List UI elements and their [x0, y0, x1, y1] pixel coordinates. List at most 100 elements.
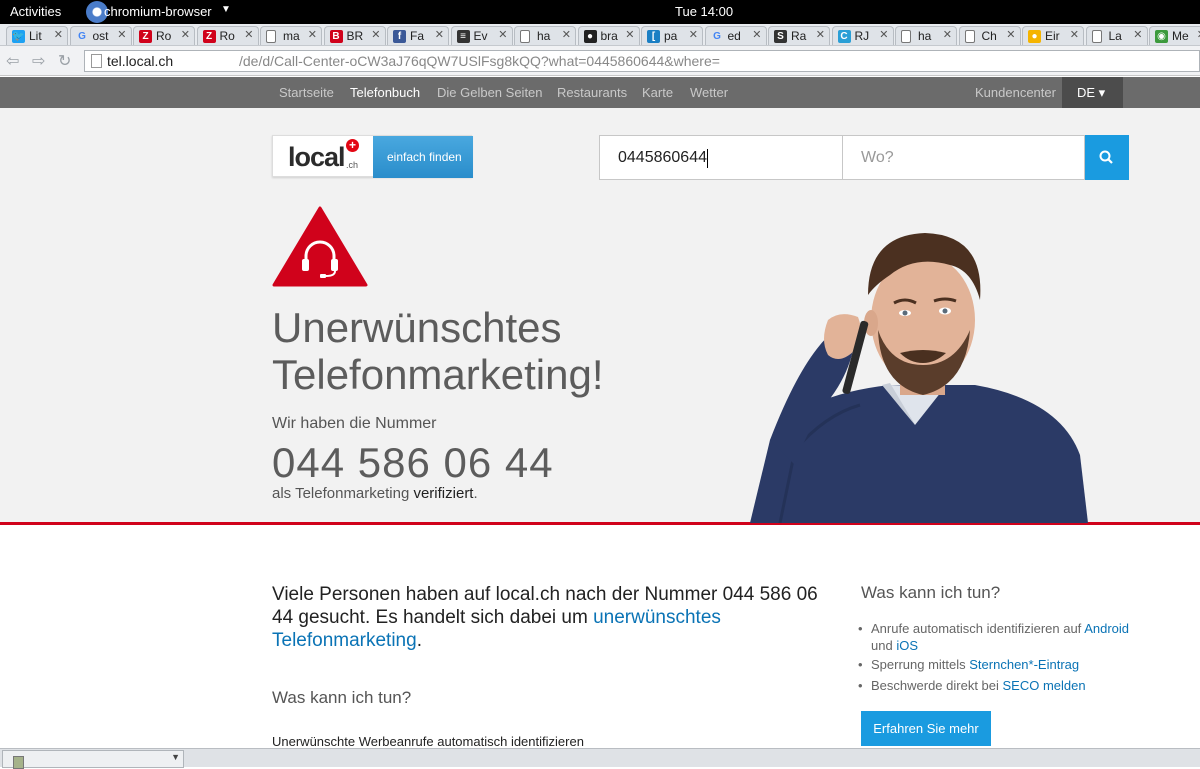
- url-bar[interactable]: tel.local.ch /de/d/Call-Center-oCW3aJ76q…: [84, 50, 1200, 72]
- tab-close-icon[interactable]: ✕: [1133, 28, 1142, 41]
- system-top-bar: Activities chromium-browser ▼ Tue 14:00: [0, 0, 1200, 24]
- ios-link[interactable]: iOS: [896, 638, 918, 653]
- nav-telefonbuch[interactable]: Telefonbuch: [350, 85, 420, 100]
- system-clock[interactable]: Tue 14:00: [675, 4, 733, 19]
- browser-tab[interactable]: S Ra ✕: [768, 26, 830, 45]
- search-what-value: 0445860644: [618, 149, 707, 166]
- tab-title: La: [1108, 29, 1122, 43]
- browser-tab[interactable]: ha ✕: [895, 26, 957, 45]
- hero-verified-text: als Telefonmarketing verifiziert.: [272, 485, 478, 502]
- tab-close-icon[interactable]: ✕: [308, 28, 317, 41]
- circle-icon: ●: [1028, 30, 1041, 43]
- nav-restaurants[interactable]: Restaurants: [557, 85, 627, 100]
- tab-title: Me: [1172, 29, 1189, 43]
- nav-wetter[interactable]: Wetter: [690, 85, 728, 100]
- browser-tab[interactable]: ma ✕: [260, 26, 322, 45]
- twitter-icon: 🐦: [12, 30, 25, 43]
- item1-und: und: [871, 638, 897, 653]
- tab-title: Eir: [1045, 29, 1060, 43]
- tab-close-icon[interactable]: ✕: [1070, 28, 1079, 41]
- tab-close-icon[interactable]: ✕: [689, 28, 698, 41]
- search-where-input[interactable]: Wo?: [843, 135, 1085, 180]
- download-item[interactable]: ▼: [2, 750, 184, 769]
- activities-button[interactable]: Activities: [10, 4, 61, 19]
- nav-gelbe-seiten[interactable]: Die Gelben Seiten: [437, 85, 543, 100]
- page-icon: [901, 30, 911, 43]
- nav-karte[interactable]: Karte: [642, 85, 673, 100]
- browser-tab[interactable]: B BR ✕: [323, 26, 386, 45]
- browser-tab[interactable]: ◉Me✕: [1149, 26, 1200, 45]
- c-icon: C: [837, 30, 851, 43]
- android-link[interactable]: Android: [1084, 621, 1129, 636]
- browser-tab[interactable]: Ged ✕: [704, 26, 767, 45]
- tab-close-icon[interactable]: ✕: [752, 28, 761, 41]
- tab-close-icon[interactable]: ✕: [435, 28, 444, 41]
- logo-wordmark: local: [288, 142, 346, 172]
- app-menu-caret-icon[interactable]: ▼: [221, 4, 231, 15]
- nav-startseite[interactable]: Startseite: [279, 85, 334, 100]
- forward-arrow-icon[interactable]: ⇨: [32, 51, 45, 71]
- browser-tab[interactable]: La ✕: [1085, 26, 1148, 45]
- verified-word: verifiziert: [413, 485, 474, 502]
- download-menu-caret-icon[interactable]: ▼: [171, 752, 180, 762]
- local-logo[interactable]: local + .ch einfach finden: [272, 135, 473, 178]
- language-selector[interactable]: DE ▾: [1062, 77, 1123, 108]
- page-icon: [1091, 30, 1102, 43]
- browser-tab[interactable]: Z Ro ✕: [196, 26, 259, 45]
- browser-tab[interactable]: ≡ Ev ✕: [450, 26, 513, 45]
- search-what-input[interactable]: 0445860644: [599, 135, 843, 180]
- hero-title-line1: Unerwünschtes: [272, 304, 562, 351]
- browser-tab[interactable]: ● bra ✕: [577, 26, 640, 45]
- browser-tab[interactable]: Z Ro ✕: [133, 26, 195, 45]
- verified-prefix: als Telefonmarketing: [272, 485, 414, 502]
- browser-tab[interactable]: ● Eir ✕: [1022, 26, 1084, 45]
- hero-phone-number: 044 586 06 44: [272, 439, 554, 486]
- tab-close-icon[interactable]: ✕: [879, 28, 888, 41]
- tab-title: ma: [283, 29, 300, 43]
- page-icon: [520, 30, 530, 43]
- sidebar-list: Anrufe automatisch identifizieren auf An…: [858, 620, 1171, 698]
- tab-close-icon[interactable]: ✕: [117, 28, 126, 41]
- back-arrow-icon[interactable]: ⇦: [6, 51, 19, 71]
- tab-close-icon[interactable]: ✕: [1006, 28, 1015, 41]
- browser-tab[interactable]: C RJ ✕: [831, 26, 894, 45]
- browser-tab[interactable]: [pa ✕: [641, 26, 703, 45]
- tab-title: RJ: [854, 29, 870, 43]
- tab-close-icon[interactable]: ✕: [371, 28, 380, 41]
- reload-icon[interactable]: ↻: [58, 51, 71, 71]
- tab-close-icon[interactable]: ✕: [54, 28, 63, 41]
- learn-more-button[interactable]: Erfahren Sie mehr: [861, 711, 991, 746]
- browser-tab[interactable]: Ch ✕: [958, 26, 1021, 45]
- section-heading: Was kann ich tun?: [272, 688, 412, 707]
- tab-close-icon[interactable]: ✕: [498, 28, 507, 41]
- list-item: Anrufe automatisch identifizieren auf An…: [858, 620, 1171, 656]
- tab-close-icon[interactable]: ✕: [562, 28, 571, 41]
- logo-domain: .ch: [346, 160, 359, 170]
- tab-close-icon[interactable]: ✕: [816, 28, 825, 41]
- tab-title: ha: [537, 29, 551, 43]
- app-menu-label[interactable]: chromium-browser: [104, 4, 212, 19]
- browser-tab[interactable]: f Fa ✕: [387, 26, 449, 45]
- tab-title: ha: [918, 29, 932, 43]
- search-button[interactable]: [1085, 135, 1129, 180]
- s-icon: S: [774, 30, 787, 43]
- browser-tab[interactable]: ha ✕: [514, 26, 576, 45]
- section-subheading: Unerwünschte Werbeanrufe automatisch ide…: [272, 734, 584, 749]
- zeit-icon: Z: [202, 30, 216, 43]
- nav-kundencenter[interactable]: Kundencenter: [975, 85, 1056, 100]
- tab-close-icon[interactable]: ✕: [943, 28, 952, 41]
- browser-tab[interactable]: 🐦 Lit ✕: [6, 26, 68, 45]
- page-icon: [266, 30, 276, 43]
- sternchen-link[interactable]: Sternchen*-Eintrag: [969, 657, 1079, 672]
- seco-link[interactable]: SECO melden: [1003, 678, 1086, 693]
- man-on-phone-image: [740, 225, 1090, 524]
- browser-tab[interactable]: Gost ✕: [69, 26, 132, 45]
- tab-close-icon[interactable]: ✕: [625, 28, 634, 41]
- tab-close-icon[interactable]: ✕: [244, 28, 253, 41]
- tab-close-icon[interactable]: ✕: [181, 28, 190, 41]
- page-icon: [91, 54, 102, 68]
- tab-title: BR: [346, 29, 364, 43]
- lead-text: Viele Personen haben auf local.ch nach d…: [272, 584, 818, 628]
- bracket-icon: [: [647, 30, 660, 43]
- github-icon: ●: [583, 30, 597, 43]
